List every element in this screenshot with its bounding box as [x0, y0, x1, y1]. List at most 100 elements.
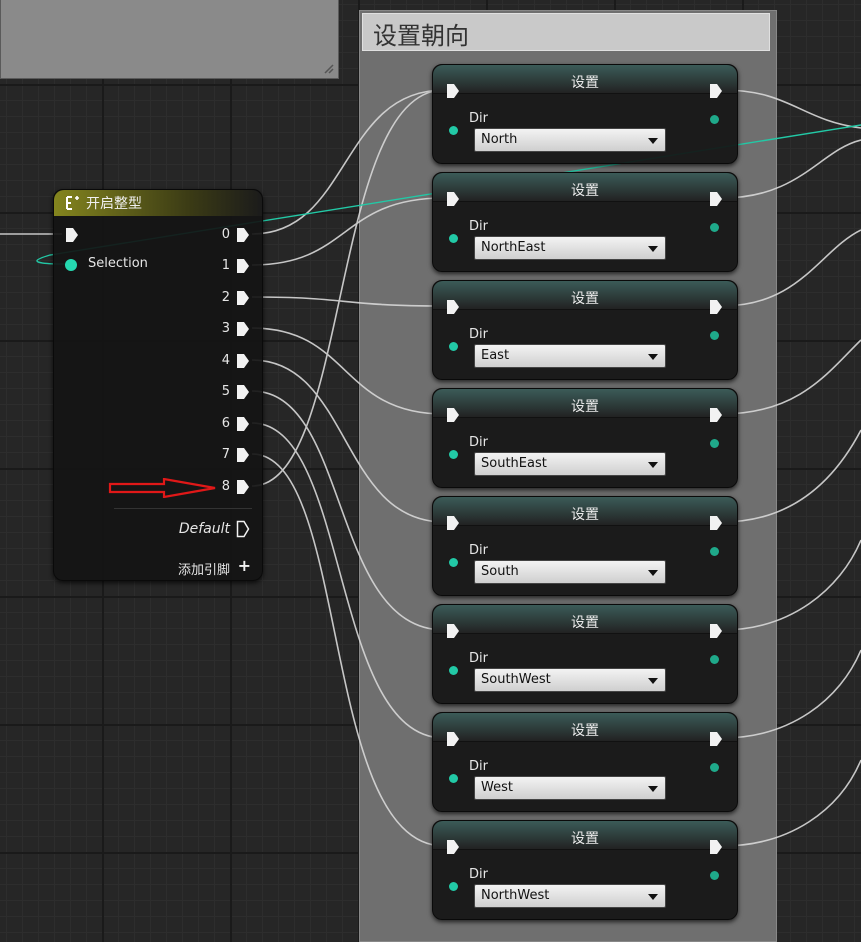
dir-label: Dir: [469, 327, 488, 342]
red-annotation-arrow-icon: [108, 478, 216, 498]
dir-input-pin[interactable]: [449, 558, 458, 567]
dir-input-pin[interactable]: [449, 234, 458, 243]
dir-input-pin[interactable]: [449, 774, 458, 783]
exec-output-pin[interactable]: [709, 407, 723, 423]
dir-dropdown-value: North: [481, 132, 518, 147]
set-dir-node-4[interactable]: 设置 Dir SouthEast: [432, 388, 738, 488]
output-label-5: 5: [221, 384, 230, 399]
set-node-title: 设置: [571, 291, 599, 307]
exec-output-pin[interactable]: [709, 299, 723, 315]
dir-dropdown[interactable]: NorthWest: [474, 884, 666, 908]
dir-dropdown-value: SouthWest: [481, 672, 551, 687]
dir-input-pin[interactable]: [449, 450, 458, 459]
set-dir-node-6[interactable]: 设置 Dir SouthWest: [432, 604, 738, 704]
dir-output-pin[interactable]: [710, 115, 719, 124]
dir-label: Dir: [469, 759, 488, 774]
resize-grip-icon[interactable]: [322, 62, 334, 74]
output-label-1: 1: [221, 258, 230, 273]
set-dir-node-2[interactable]: 设置 Dir NorthEast: [432, 172, 738, 272]
output-label-2: 2: [221, 290, 230, 305]
dir-dropdown[interactable]: NorthEast: [474, 236, 666, 260]
set-node-title: 设置: [571, 507, 599, 523]
switch-node-header[interactable]: 开启整型: [54, 190, 262, 216]
exec-input-pin[interactable]: [446, 515, 460, 531]
default-divider: [114, 508, 252, 509]
selection-input-pin[interactable]: [65, 259, 77, 271]
set-dir-node-1[interactable]: 设置 Dir North: [432, 64, 738, 164]
dir-label: Dir: [469, 219, 488, 234]
output-label-8: 8: [221, 479, 230, 494]
exec-input-pin[interactable]: [446, 299, 460, 315]
exec-output-pin-3[interactable]: [236, 321, 250, 337]
set-node-title: 设置: [571, 723, 599, 739]
exec-input-pin[interactable]: [446, 839, 460, 855]
set-dir-node-7[interactable]: 设置 Dir West: [432, 712, 738, 812]
exec-output-pin-4[interactable]: [236, 353, 250, 369]
exec-output-pin-1[interactable]: [236, 258, 250, 274]
dir-input-pin[interactable]: [449, 126, 458, 135]
dir-input-pin[interactable]: [449, 342, 458, 351]
exec-output-pin[interactable]: [709, 515, 723, 531]
dir-label: Dir: [469, 651, 488, 666]
exec-input-pin[interactable]: [446, 83, 460, 99]
dropdown-arrow-icon: [648, 354, 658, 360]
exec-output-pin-6[interactable]: [236, 416, 250, 432]
exec-output-pin-8[interactable]: [236, 479, 250, 495]
switch-node-title: 开启整型: [86, 196, 142, 212]
add-pin-plus-icon[interactable]: +: [238, 558, 251, 574]
dir-label: Dir: [469, 543, 488, 558]
exec-output-pin-5[interactable]: [236, 384, 250, 400]
exec-output-pin-7[interactable]: [236, 447, 250, 463]
dir-input-pin[interactable]: [449, 882, 458, 891]
dir-output-pin[interactable]: [710, 223, 719, 232]
exec-input-pin[interactable]: [446, 407, 460, 423]
default-label: Default: [178, 521, 230, 537]
exec-output-pin-0[interactable]: [236, 227, 250, 243]
set-node-title: 设置: [571, 615, 599, 631]
switch-function-icon: [66, 196, 79, 210]
dir-output-pin[interactable]: [710, 763, 719, 772]
dir-dropdown[interactable]: South: [474, 560, 666, 584]
comment-title[interactable]: 设置朝向: [362, 13, 770, 51]
dir-output-pin[interactable]: [710, 331, 719, 340]
dir-dropdown[interactable]: SouthEast: [474, 452, 666, 476]
selection-label: Selection: [88, 256, 148, 271]
upper-comment-box[interactable]: [0, 0, 339, 79]
exec-output-pin[interactable]: [709, 623, 723, 639]
add-pin-label[interactable]: 添加引脚: [178, 559, 230, 578]
exec-input-pin[interactable]: [446, 623, 460, 639]
dir-dropdown[interactable]: North: [474, 128, 666, 152]
exec-output-pin[interactable]: [709, 83, 723, 99]
exec-input-pin[interactable]: [65, 227, 79, 243]
exec-output-pin[interactable]: [709, 731, 723, 747]
dir-label: Dir: [469, 867, 488, 882]
output-label-7: 7: [221, 447, 230, 462]
dropdown-arrow-icon: [648, 894, 658, 900]
default-exec-output-pin[interactable]: [236, 520, 250, 538]
dir-output-pin[interactable]: [710, 871, 719, 880]
set-node-title: 设置: [571, 399, 599, 415]
set-dir-node-5[interactable]: 设置 Dir South: [432, 496, 738, 596]
dir-dropdown[interactable]: East: [474, 344, 666, 368]
dir-input-pin[interactable]: [449, 666, 458, 675]
dir-label: Dir: [469, 435, 488, 450]
exec-input-pin[interactable]: [446, 731, 460, 747]
dir-output-pin[interactable]: [710, 655, 719, 664]
set-node-title: 设置: [571, 831, 599, 847]
exec-input-pin[interactable]: [446, 191, 460, 207]
dir-output-pin[interactable]: [710, 439, 719, 448]
dropdown-arrow-icon: [648, 246, 658, 252]
exec-output-pin[interactable]: [709, 839, 723, 855]
set-dir-node-3[interactable]: 设置 Dir East: [432, 280, 738, 380]
set-node-title: 设置: [571, 183, 599, 199]
dir-dropdown-value: East: [481, 348, 510, 363]
dir-dropdown[interactable]: West: [474, 776, 666, 800]
exec-output-pin[interactable]: [709, 191, 723, 207]
set-node-title: 设置: [571, 75, 599, 91]
exec-output-pin-2[interactable]: [236, 290, 250, 306]
dir-dropdown[interactable]: SouthWest: [474, 668, 666, 692]
set-dir-node-8[interactable]: 设置 Dir NorthWest: [432, 820, 738, 920]
switch-on-int-node[interactable]: 开启整型 Selection 0 1 2 3 4 5 6 7 8 Default…: [53, 189, 263, 581]
dir-output-pin[interactable]: [710, 547, 719, 556]
dir-dropdown-value: SouthEast: [481, 456, 547, 471]
